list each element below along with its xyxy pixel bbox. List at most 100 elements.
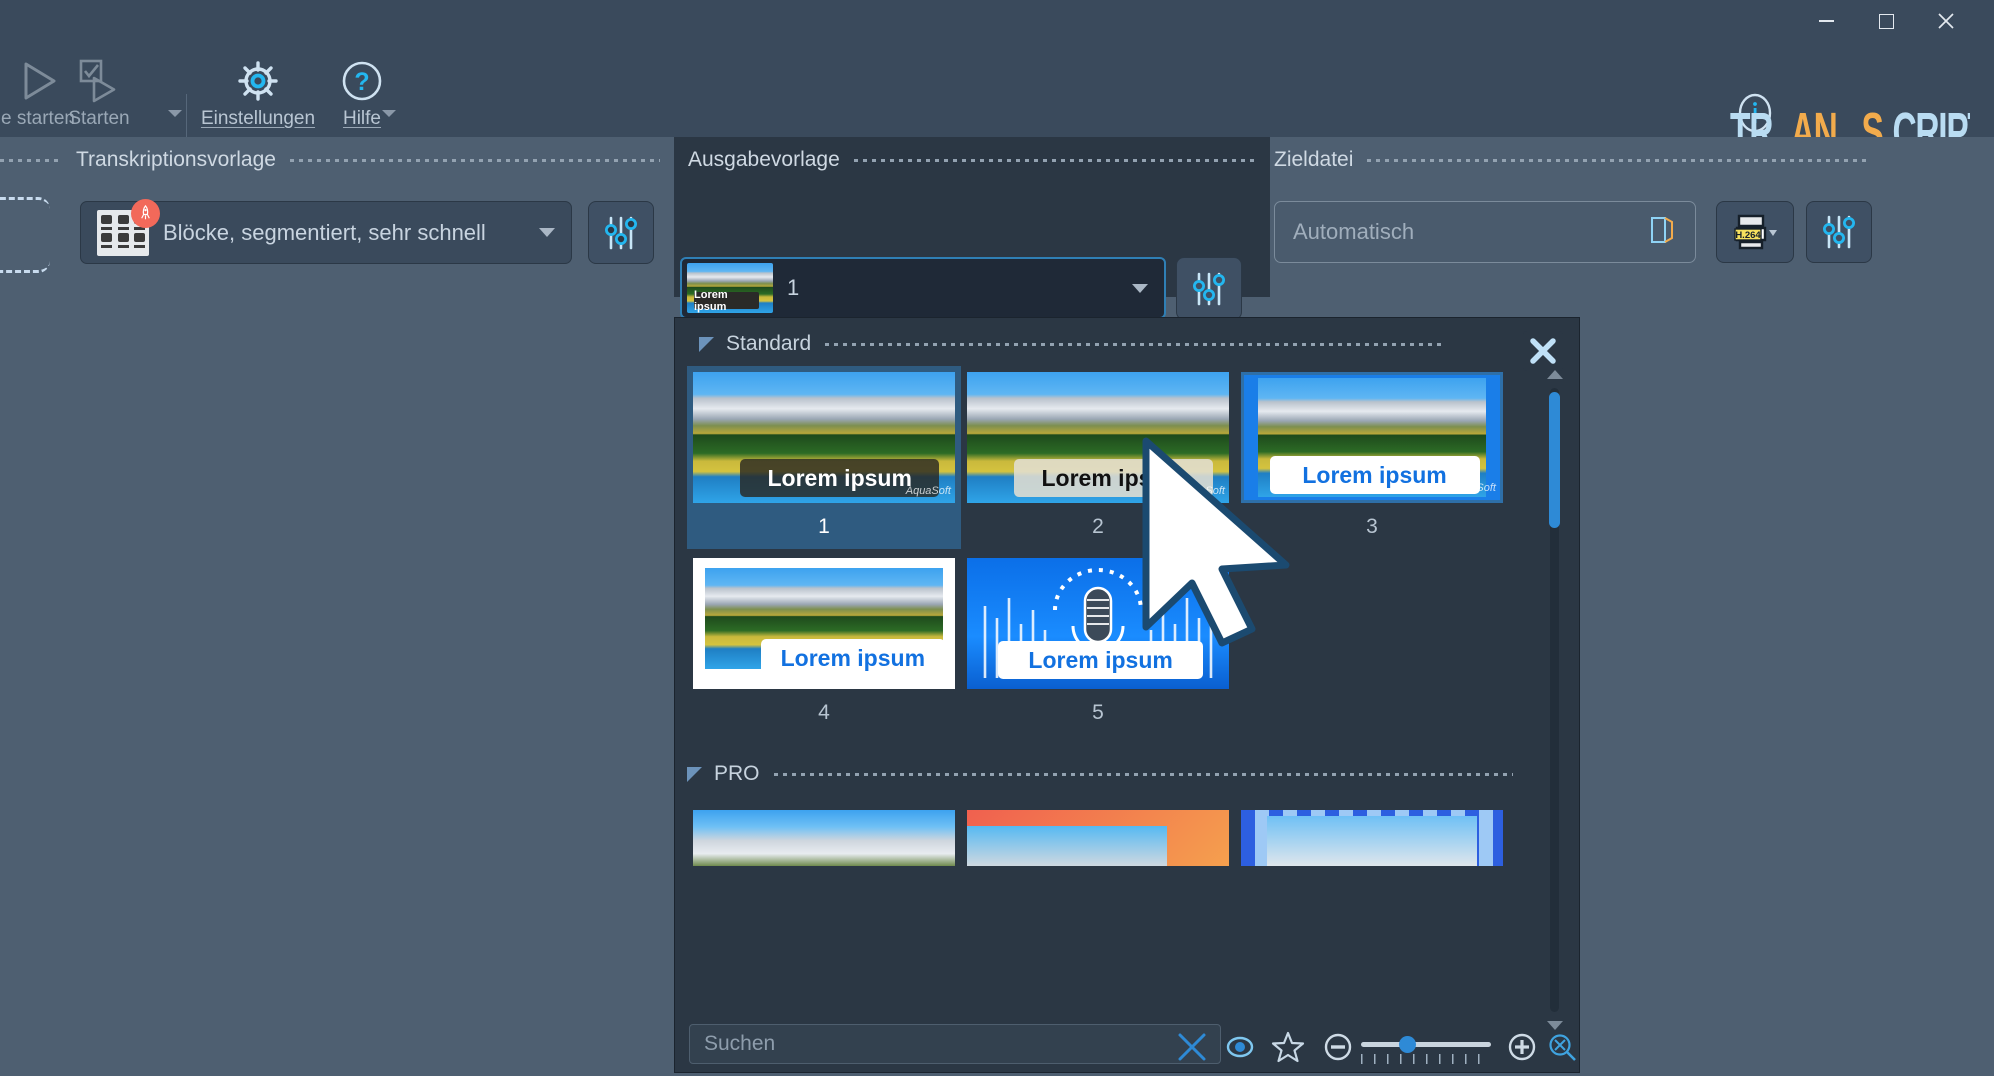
chevron-down-icon <box>539 228 555 237</box>
svg-text:H.264: H.264 <box>1735 230 1761 241</box>
output-combo-thumbnail-caption: Lorem ipsum <box>694 292 759 309</box>
template-card-1[interactable]: Lorem ipsum AquaSoft 1 <box>687 366 961 549</box>
scrollbar-thumb[interactable] <box>1549 392 1560 528</box>
panel-title-transkriptionsvorlage: Transkriptionsvorlage <box>76 148 276 172</box>
dotted-rule-right <box>854 159 1258 162</box>
collapse-triangle-icon <box>687 767 702 782</box>
dotted-rule-right <box>290 159 660 162</box>
target-settings-button[interactable] <box>1806 201 1872 263</box>
section-header-pro[interactable]: PRO <box>675 762 1523 786</box>
maximize-button[interactable] <box>1856 0 1916 42</box>
preview-toggle-button[interactable] <box>1223 1030 1257 1064</box>
watermark: AquaSoft <box>906 485 951 497</box>
transcription-template-combobox[interactable]: Blöcke, segmentiert, sehr schnell <box>80 201 572 264</box>
template-thumbnail-4: Lorem ipsum <box>693 558 955 689</box>
zoom-out-icon <box>1323 1032 1353 1062</box>
title-bar <box>0 0 1994 42</box>
group-header-zieldatei: Zieldatei <box>1274 149 1870 171</box>
template-number-5: 5 <box>961 695 1235 735</box>
sliders-icon <box>1821 213 1857 251</box>
group-header-transkriptionsvorlage: Transkriptionsvorlage <box>0 149 660 171</box>
dotted-rule-right <box>825 343 1445 346</box>
template-card-5[interactable]: Lorem ipsum 5 <box>961 552 1235 735</box>
sliders-icon <box>1191 270 1227 308</box>
template-thumbnail-3: Lorem ipsum AquaSoft <box>1241 372 1503 503</box>
dropdown-bottom-toolbar: Suchen <box>675 1016 1581 1072</box>
panel-title-ausgabevorlage: Ausgabevorlage <box>688 148 840 172</box>
target-file-placeholder: Automatisch <box>1293 219 1645 245</box>
open-folder-icon[interactable] <box>1645 213 1679 252</box>
dotted-rule-right <box>774 773 1513 776</box>
zoom-reset-icon <box>1547 1032 1577 1062</box>
window-controls <box>1796 0 1976 42</box>
blocks-grid-icon <box>97 210 149 256</box>
toolbar-button-starten[interactable]: Starten <box>58 48 140 134</box>
codec-selector-button[interactable]: H.264 <box>1716 201 1794 263</box>
target-file-input[interactable]: Automatisch <box>1274 201 1696 263</box>
output-template-dropdown-popup: Standard Lorem ipsum AquaSoft 1 <box>674 317 1580 1073</box>
template-card-2[interactable]: Lorem ipsum AquaSoft 2 <box>961 366 1235 549</box>
zoom-reset-button[interactable] <box>1547 1032 1577 1062</box>
svg-text:?: ? <box>354 68 369 96</box>
play-icon <box>14 56 62 104</box>
scroll-up-arrow-icon[interactable] <box>1547 370 1563 379</box>
toolbar-button-einstellungen[interactable]: Einstellungen <box>188 48 328 134</box>
favorite-button[interactable] <box>1271 1030 1305 1064</box>
dotted-rule-right <box>1367 159 1870 162</box>
hilfe-dropdown-caret[interactable] <box>382 110 396 117</box>
clear-search-button[interactable] <box>1175 1030 1209 1064</box>
panel-title-zieldatei: Zieldatei <box>1274 148 1353 172</box>
rocket-icon <box>131 199 160 228</box>
checked-play-icon <box>73 56 125 104</box>
template-thumbnail-1: Lorem ipsum AquaSoft <box>693 372 955 503</box>
section-label-pro: PRO <box>714 762 760 786</box>
template-card-4[interactable]: Lorem ipsum 4 <box>687 552 961 735</box>
zoom-slider-knob[interactable] <box>1399 1036 1416 1053</box>
content-area: Transkriptionsvorlage <box>0 137 1994 1076</box>
template-card-pro-2[interactable] <box>967 810 1229 866</box>
minimize-button[interactable] <box>1796 0 1856 42</box>
chevron-down-icon <box>1132 284 1148 293</box>
transcription-settings-button[interactable] <box>588 201 654 264</box>
dotted-rule-left <box>0 159 62 162</box>
search-input[interactable]: Suchen <box>689 1024 1221 1064</box>
collapse-triangle-icon <box>699 337 714 352</box>
template-caption-3: Lorem ipsum <box>1270 456 1480 494</box>
main-toolbar: e starten Starten <box>0 42 1994 137</box>
template-number-4: 4 <box>687 695 961 735</box>
template-caption-4: Lorem ipsum <box>761 639 944 677</box>
template-card-pro-1[interactable] <box>693 810 955 866</box>
toolbar-button-hilfe[interactable]: ? Hilfe <box>322 48 402 134</box>
toolbar-label-hilfe: Hilfe <box>343 108 381 130</box>
clear-x-icon <box>1175 1030 1209 1064</box>
panel-zieldatei: Zieldatei Automatisch H. <box>1274 137 1994 297</box>
template-thumbnail-5: Lorem ipsum <box>967 558 1229 689</box>
toolbar-label-einstellungen: Einstellungen <box>201 108 315 130</box>
output-template-combobox[interactable]: Lorem ipsum 1 <box>680 257 1166 319</box>
dropdown-scrollbar[interactable] <box>1543 370 1565 1030</box>
zoom-out-button[interactable] <box>1323 1032 1353 1062</box>
transcription-combo-value: Blöcke, segmentiert, sehr schnell <box>163 220 539 246</box>
template-card-3[interactable]: Lorem ipsum AquaSoft 3 <box>1235 366 1509 549</box>
focus-indicator-dashed <box>0 197 50 273</box>
zoom-in-button[interactable] <box>1507 1032 1537 1062</box>
template-grid: Lorem ipsum AquaSoft 1 Lorem ipsum AquaS… <box>675 366 1543 1038</box>
gear-icon <box>235 56 281 104</box>
template-caption-5: Lorem ipsum <box>998 641 1202 679</box>
template-card-pro-3[interactable] <box>1241 810 1503 866</box>
toolbar-label-starten: Starten <box>68 108 129 130</box>
chevron-down-icon <box>382 110 396 117</box>
close-button[interactable] <box>1916 0 1976 42</box>
zoom-slider-ticks <box>1361 1054 1491 1064</box>
preview-eye-icon <box>1223 1030 1257 1064</box>
favorite-star-icon <box>1271 1030 1305 1064</box>
output-settings-button[interactable] <box>1176 257 1242 320</box>
output-combo-thumbnail: Lorem ipsum <box>687 263 773 313</box>
starten-dropdown-caret[interactable] <box>168 110 182 117</box>
template-number-1: 1 <box>687 509 961 549</box>
zoom-slider-track[interactable] <box>1361 1042 1491 1047</box>
template-number-2: 2 <box>961 509 1235 549</box>
question-circle-icon: ? <box>339 56 385 104</box>
template-number-3: 3 <box>1235 509 1509 549</box>
section-header-standard[interactable]: Standard <box>675 332 1535 356</box>
